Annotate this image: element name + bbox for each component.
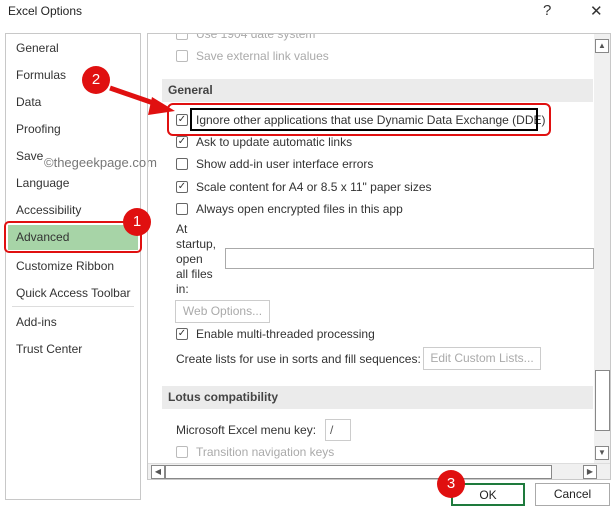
step-1-badge: 1 <box>123 208 151 236</box>
step-3-badge: 3 <box>437 470 465 498</box>
step-2-badge: 2 <box>82 66 110 94</box>
